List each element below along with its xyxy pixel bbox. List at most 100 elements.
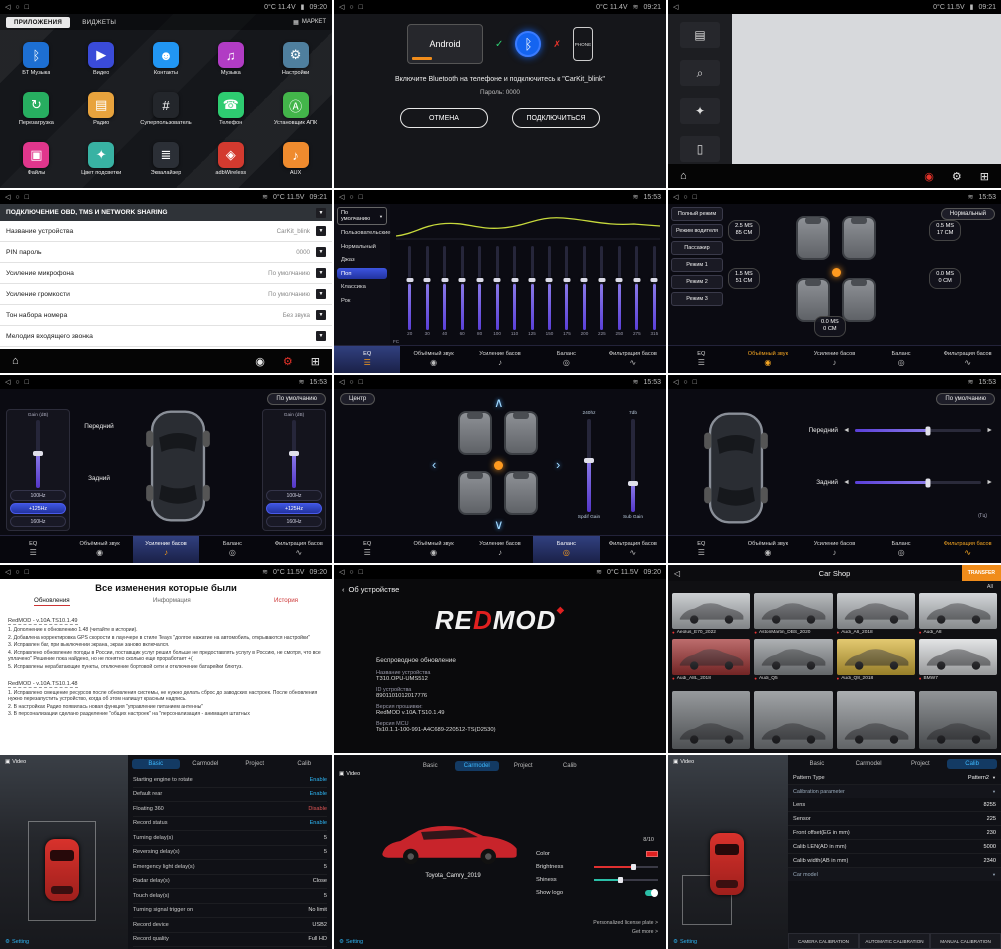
shiness-slider[interactable] <box>594 879 658 881</box>
tab-eq[interactable]: EQ☰ <box>0 536 66 563</box>
tab-balance[interactable]: Баланс◎ <box>868 536 935 563</box>
car-card[interactable]: ● AstonMartin_DBS_2020 <box>754 593 832 635</box>
mode-button[interactable]: Режим 3 <box>671 292 723 306</box>
settings-row[interactable]: Усиление громкости По умолчанию ▼ <box>0 284 332 305</box>
android-nav-icons[interactable]: ◁ ○ □ <box>5 378 29 386</box>
app-shortcut[interactable]: ᛒ БТ Музыка <box>4 42 69 76</box>
mode-button[interactable]: Режим 2 <box>671 275 723 289</box>
home-icon[interactable]: ⌂ <box>680 170 687 182</box>
settings-row[interactable]: Record device USB2 <box>133 918 327 933</box>
home-circle-icon[interactable]: ○ <box>349 194 353 201</box>
settings-row[interactable]: Default rear Enable <box>133 788 327 803</box>
tab-bass-boost[interactable]: Усиление басов♪ <box>801 346 868 373</box>
tab-basic[interactable]: Basic <box>792 759 842 769</box>
settings-row[interactable]: Starting engine to rotate Enable <box>133 773 327 788</box>
tab-calib[interactable]: Calib <box>947 759 997 769</box>
eq-band-knob[interactable] <box>529 278 536 282</box>
setting-tag[interactable]: ⚙ Setting <box>5 939 29 945</box>
tab-surround[interactable]: Объёмный звук◉ <box>400 536 466 563</box>
app-shortcut[interactable]: Ⓐ Установщик АПК <box>263 92 328 126</box>
app-shortcut[interactable]: ▶ Видео <box>69 42 134 76</box>
eq-band-knob[interactable] <box>598 278 605 282</box>
android-nav-icons[interactable]: ◁ ○ □ <box>5 193 29 201</box>
settings-row[interactable]: Тон набора номера Без звука ▼ <box>0 305 332 326</box>
manual-calibration-button[interactable]: MANUAL CALIBRATION <box>930 933 1001 949</box>
eq-band-track[interactable] <box>408 246 411 330</box>
eq-band-knob[interactable] <box>633 278 640 282</box>
eq-band-knob[interactable] <box>494 278 501 282</box>
freq-option[interactable]: 100Hz <box>10 490 66 501</box>
pip-icon[interactable]: ⊞ <box>311 355 320 368</box>
ota-update-item[interactable]: Беспроводное обновление <box>376 657 656 664</box>
back-icon[interactable]: ◁ <box>339 378 344 386</box>
recents-icon[interactable]: □ <box>359 194 363 201</box>
chevron-down-icon[interactable]: ▼ <box>316 208 326 218</box>
preset-item[interactable]: Классика <box>337 282 387 293</box>
setting-value[interactable]: Close <box>313 878 327 884</box>
calib-row[interactable]: Sensor 225 <box>788 812 1001 826</box>
tab-bass-boost[interactable]: Усиление басов♪ <box>801 536 868 563</box>
eq-band-track[interactable] <box>565 246 568 330</box>
eq-band-knob[interactable] <box>511 278 518 282</box>
tab-eq[interactable]: EQ☰ <box>668 536 735 563</box>
freq-option-selected[interactable]: +125Hz <box>10 503 66 514</box>
app-shortcut[interactable]: # Суперпользователь <box>134 92 199 126</box>
recents-icon[interactable]: □ <box>693 194 697 201</box>
slider-knob[interactable] <box>584 458 594 463</box>
eq-band-track[interactable] <box>443 246 446 330</box>
freq-option[interactable]: 160Hz <box>266 516 322 527</box>
recents-icon[interactable]: □ <box>25 379 29 386</box>
filter-all[interactable]: All <box>987 584 993 590</box>
android-nav-icons[interactable]: ◁ ○ □ <box>339 3 363 11</box>
tab-surround[interactable]: Объёмный звук◉ <box>66 536 132 563</box>
chevron-down-icon[interactable]: ▼ <box>316 226 326 236</box>
cancel-button[interactable]: ОТМЕНА <box>400 108 488 128</box>
preset-item[interactable]: Пользовательские <box>337 228 387 239</box>
home-icon[interactable]: ⌂ <box>12 355 19 367</box>
setting-value[interactable]: Enable <box>310 777 327 783</box>
settings-row[interactable]: Название устройства CarKit_blink ▼ <box>0 221 332 242</box>
home-circle-icon[interactable]: ○ <box>15 4 19 11</box>
tab-balance[interactable]: Баланс◎ <box>199 536 265 563</box>
tab-filter[interactable]: Фильтрация басов∿ <box>600 346 666 373</box>
car-card[interactable]: ● BMW7 <box>919 639 997 681</box>
tab-carmodel[interactable]: Carmodel <box>455 761 500 771</box>
setting-value[interactable]: Disable <box>308 806 327 812</box>
tab-bass-boost[interactable]: Усиление басов♪ <box>467 346 533 373</box>
tab-surround[interactable]: Объёмный звук◉ <box>400 346 466 373</box>
settings-row[interactable]: Turning signal trigger on No limit <box>133 904 327 919</box>
app-shortcut[interactable]: ↻ Перезагрузка <box>4 92 69 126</box>
slider-knob[interactable] <box>618 877 623 883</box>
home-circle-icon[interactable]: ○ <box>683 194 687 201</box>
tab-information[interactable]: Информация <box>153 597 191 606</box>
back-icon[interactable]: ◁ <box>673 193 678 201</box>
home-circle-icon[interactable]: ○ <box>683 379 687 386</box>
settings-row[interactable]: Мелодия входящего звонка ▼ <box>0 326 332 347</box>
balance-point[interactable] <box>494 461 503 470</box>
settings-row[interactable]: Record status Enable <box>133 817 327 832</box>
eq-band-knob[interactable] <box>563 278 570 282</box>
preset-dropdown[interactable]: По умолчанию ▼ <box>337 207 387 225</box>
tab-project[interactable]: Project <box>896 759 946 769</box>
recents-icon[interactable]: □ <box>359 4 363 11</box>
setting-tag[interactable]: ⚙ Setting <box>673 939 697 945</box>
recents-icon[interactable]: □ <box>25 4 29 11</box>
chevron-left-icon[interactable]: ‹ <box>432 457 436 472</box>
app-shortcut[interactable]: ≣ Эквалайзер <box>134 142 199 176</box>
color-swatch[interactable] <box>646 851 658 857</box>
tab-surround[interactable]: Объёмный звук◉ <box>735 536 802 563</box>
freq-option[interactable]: 100Hz <box>266 490 322 501</box>
app-shortcut[interactable]: ♪ AUX <box>263 142 328 176</box>
rear-filter-slider[interactable] <box>855 481 981 484</box>
android-nav-icons[interactable]: ◁ ○ □ <box>5 3 29 11</box>
video-tag[interactable]: ▣ Video <box>673 759 694 765</box>
car-card[interactable]: ● Audi_A8 <box>919 593 997 635</box>
tab-project[interactable]: Project <box>501 761 546 771</box>
preset-item[interactable]: Рок <box>337 295 387 306</box>
tab-eq[interactable]: EQ☰ <box>334 536 400 563</box>
tab-widgets[interactable]: ВИДЖЕТЫ <box>74 17 124 28</box>
camera-calibration-button[interactable]: CAMERA CALIBRATION <box>788 933 859 949</box>
eq-band-knob[interactable] <box>441 278 448 282</box>
eq-band-knob[interactable] <box>651 278 658 282</box>
car-card[interactable]: ● Aeolus_E70_2022 <box>672 593 750 635</box>
